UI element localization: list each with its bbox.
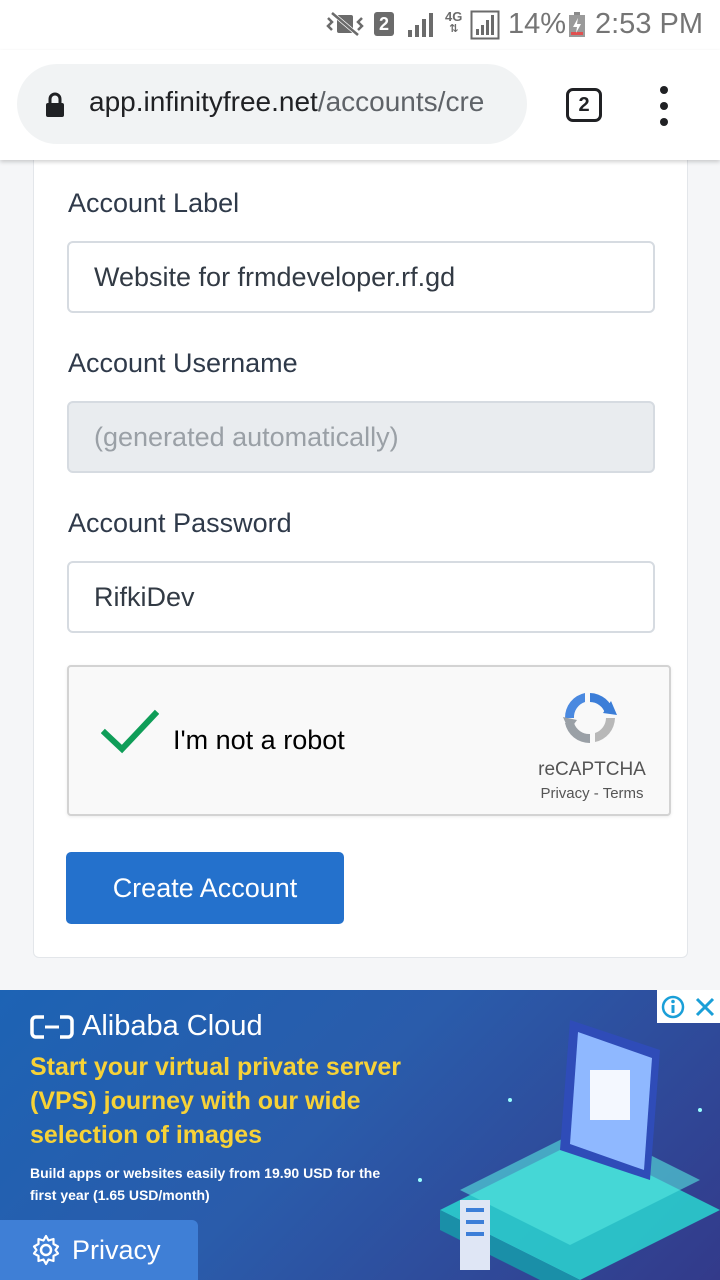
- url-host: app.infinityfree.net: [89, 86, 318, 117]
- recaptcha-privacy-link[interactable]: Privacy: [540, 785, 589, 802]
- account-password-input[interactable]: RifkiDev: [67, 561, 655, 633]
- ad-choices[interactable]: [657, 990, 720, 1023]
- account-label-label: Account Label: [68, 188, 240, 218]
- close-icon[interactable]: [694, 996, 716, 1018]
- ad-headline: Start your virtual private server (VPS) …: [30, 1053, 401, 1149]
- account-username-label: Account Username: [68, 348, 298, 378]
- network-type-label: 4G: [445, 9, 463, 24]
- recaptcha-brand: reCAPTCHA: [538, 759, 646, 780]
- battery-icon: [568, 12, 586, 38]
- sim-slot-badge: 2: [374, 12, 394, 36]
- ad-brand-name: Alibaba Cloud: [82, 1010, 263, 1042]
- recaptcha-link-separator: -: [593, 785, 599, 802]
- signal-box-icon: [470, 10, 500, 40]
- account-label-value: Website for frmdeveloper.rf.gd: [94, 261, 456, 292]
- tab-switcher-button[interactable]: 2: [566, 88, 602, 122]
- browser-toolbar: app.infinityfree.net/accounts/cre 2: [0, 50, 720, 160]
- recaptcha-links: Privacy - Terms: [527, 785, 657, 802]
- privacy-button-label: Privacy: [72, 1234, 161, 1265]
- url-text: app.infinityfree.net/accounts/cre: [89, 86, 484, 118]
- status-bar: 2 4G ⇅ 14% 2:53 PM: [0, 0, 720, 50]
- url-path: /accounts/cre: [317, 86, 485, 117]
- account-password-value: RifkiDev: [94, 581, 195, 612]
- vibrate-icon: [326, 12, 364, 36]
- sim-slot-number: 2: [374, 12, 394, 36]
- network-type: 4G ⇅: [445, 9, 463, 35]
- recaptcha-label: I'm not a robot: [173, 725, 345, 755]
- ad-brand: Alibaba Cloud: [30, 1010, 263, 1043]
- page: 2 4G ⇅ 14% 2:53 PM app.infinityfree.net/…: [0, 0, 720, 1280]
- account-form-card: Account Label Website for frmdeveloper.r…: [33, 140, 688, 958]
- battery-percent: 14%: [508, 8, 567, 40]
- account-username-input: (generated automatically): [67, 401, 655, 473]
- recaptcha-terms-link[interactable]: Terms: [603, 785, 644, 802]
- ad-subline: Build apps or websites easily from 19.90…: [30, 1165, 381, 1203]
- info-icon[interactable]: [661, 995, 685, 1019]
- signal-icon: [406, 12, 434, 38]
- address-bar[interactable]: app.infinityfree.net/accounts/cre: [17, 64, 527, 144]
- create-account-button[interactable]: Create Account: [66, 852, 344, 924]
- lock-icon: [45, 92, 65, 123]
- recaptcha-widget: I'm not a robot reCAPTCHA Privacy - Term…: [67, 665, 671, 816]
- checkmark-icon[interactable]: [100, 709, 160, 760]
- tab-count: 2: [578, 93, 590, 116]
- recaptcha-logo-icon: [559, 687, 621, 754]
- clock: 2:53 PM: [595, 8, 703, 40]
- account-label-input[interactable]: Website for frmdeveloper.rf.gd: [67, 241, 655, 313]
- account-username-placeholder: (generated automatically): [94, 421, 399, 452]
- privacy-button[interactable]: Privacy: [0, 1220, 198, 1280]
- alibaba-cloud-logo-icon: [30, 1014, 74, 1039]
- account-password-label: Account Password: [68, 508, 292, 538]
- gear-icon: [32, 1234, 60, 1266]
- more-menu-icon[interactable]: [650, 86, 678, 126]
